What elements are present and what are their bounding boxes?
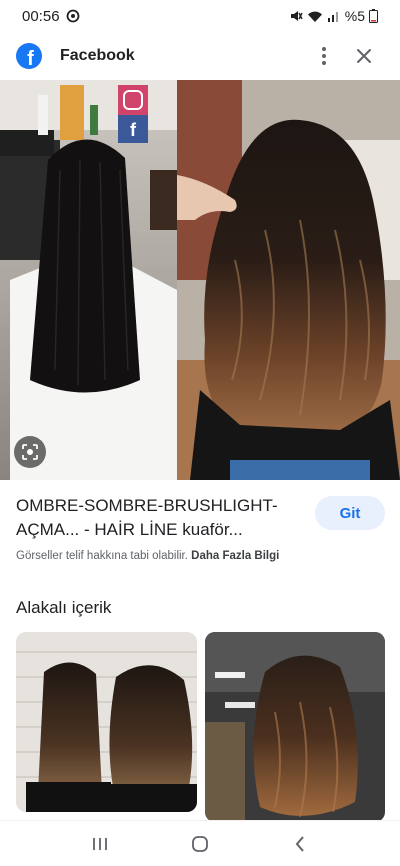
system-nav-bar — [0, 820, 400, 866]
related-thumbnail-1[interactable] — [16, 632, 197, 812]
status-bar: 00:56 %5 — [0, 0, 400, 32]
result-image[interactable]: f — [0, 80, 400, 480]
clock: 00:56 — [22, 7, 60, 25]
close-button[interactable] — [344, 36, 384, 76]
facebook-logo-icon: f — [16, 43, 42, 69]
copyright-text: Görseller telif hakkına tabi olabilir. — [16, 550, 188, 562]
result-title-line1: OMBRE-SOMBRE-BRUSHLIGHT- — [16, 496, 278, 515]
svg-text:f: f — [130, 120, 137, 140]
copyright-notice: Görseller telif hakkına tabi olabilir. D… — [16, 550, 279, 562]
home-button[interactable] — [175, 824, 225, 864]
more-options-button[interactable] — [304, 36, 344, 76]
result-title-line2: AÇMA... - HAİR LİNE kuaför... — [16, 520, 243, 539]
related-thumbnail-2[interactable] — [205, 632, 385, 822]
svg-text:f: f — [27, 48, 34, 69]
home-icon — [192, 835, 208, 852]
battery-percent: %5 — [344, 8, 365, 24]
result-title[interactable]: OMBRE-SOMBRE-BRUSHLIGHT- AÇMA... - HAİR … — [16, 494, 306, 542]
wifi-icon — [307, 11, 322, 22]
more-vert-icon — [322, 47, 326, 65]
mute-icon — [290, 11, 303, 21]
result-title-row: OMBRE-SOMBRE-BRUSHLIGHT- AÇMA... - HAİR … — [16, 494, 386, 542]
back-icon — [295, 835, 304, 852]
sync-icon — [66, 9, 79, 23]
recents-icon — [93, 837, 107, 850]
back-button[interactable] — [275, 824, 325, 864]
lens-button[interactable] — [14, 436, 46, 468]
recents-button[interactable] — [75, 824, 125, 864]
site-name: Facebook — [60, 47, 135, 64]
signal-icon — [327, 12, 338, 22]
app-header: f Facebook — [0, 32, 400, 80]
visit-button[interactable]: Git — [315, 496, 385, 530]
close-icon — [357, 49, 371, 63]
related-heading: Alakalı içerik — [16, 598, 112, 617]
battery-icon — [369, 9, 378, 23]
lens-icon — [22, 444, 38, 460]
more-info-link[interactable]: Daha Fazla Bilgi — [191, 550, 279, 562]
